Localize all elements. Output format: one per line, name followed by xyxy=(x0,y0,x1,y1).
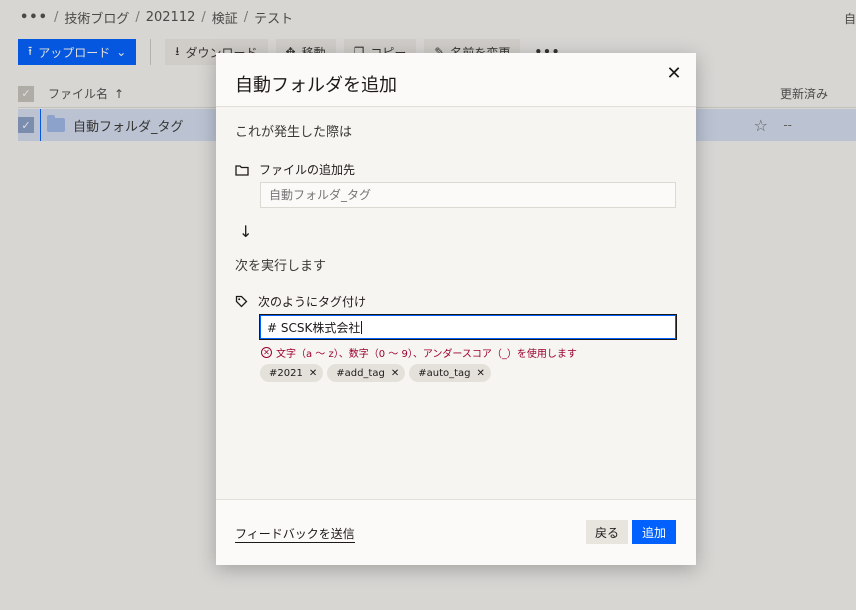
validation-error: ✕ 文字（a ～ z）、数字（0 ～ 9）、アンダースコア（_）を使用します xyxy=(261,345,577,360)
error-icon: ✕ xyxy=(261,347,272,358)
destination-folder-input[interactable] xyxy=(260,182,676,208)
tag-input-value: # SCSK株式会社 xyxy=(267,320,361,335)
dialog-title: 自動フォルダを追加 xyxy=(235,75,397,96)
destination-label: ファイルの追加先 xyxy=(259,163,356,177)
tag-label-row: 次のようにタグ付け xyxy=(235,293,366,310)
remove-tag-icon[interactable]: ✕ xyxy=(309,368,317,379)
tag-chip-list: #2021 ✕ #add_tag ✕ #auto_tag ✕ xyxy=(260,364,491,382)
remove-tag-icon[interactable]: ✕ xyxy=(391,368,399,379)
trigger-section-label: これが発生した際は xyxy=(235,125,353,140)
dialog-footer: フィードバックを送信 戻る 追加 xyxy=(216,499,696,565)
tag-label: 次のようにタグ付け xyxy=(258,295,367,309)
destination-label-row: ファイルの追加先 xyxy=(235,161,355,178)
remove-tag-icon[interactable]: ✕ xyxy=(477,368,485,379)
add-automated-folder-dialog: 自動フォルダを追加 ✕ これが発生した際は ファイルの追加先 ↓ 次を実行します… xyxy=(216,53,696,565)
dialog-header: 自動フォルダを追加 ✕ xyxy=(216,53,696,107)
add-button[interactable]: 追加 xyxy=(631,520,676,544)
action-section-label: 次を実行します xyxy=(235,259,327,274)
tag-chip: #2021 ✕ xyxy=(260,364,324,382)
tag-chip: #add_tag ✕ xyxy=(327,364,406,382)
send-feedback-link[interactable]: フィードバックを送信 xyxy=(235,525,355,543)
tag-chip: #auto_tag ✕ xyxy=(409,364,491,382)
folder-outline-icon xyxy=(235,164,249,176)
tag-icon xyxy=(235,295,248,308)
back-button[interactable]: 戻る xyxy=(585,520,628,544)
close-icon[interactable]: ✕ xyxy=(664,63,684,84)
tag-input[interactable]: # SCSK株式会社 xyxy=(259,314,677,340)
text-cursor xyxy=(361,320,363,334)
error-text: 文字（a ～ z）、数字（0 ～ 9）、アンダースコア（_）を使用します xyxy=(276,349,577,360)
arrow-down-icon: ↓ xyxy=(239,222,253,241)
